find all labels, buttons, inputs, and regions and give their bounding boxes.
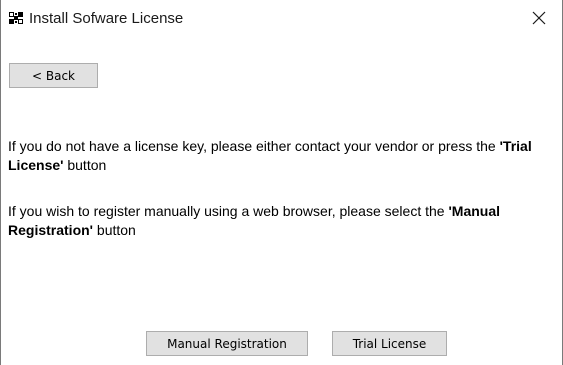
window-title: Install Sofware License — [29, 10, 184, 27]
back-button[interactable]: < Back — [9, 63, 98, 88]
manual-instructions: If you wish to register manually using a… — [8, 202, 558, 240]
close-button[interactable] — [516, 0, 562, 36]
license-app-icon — [9, 11, 23, 25]
title-bar: Install Sofware License — [1, 0, 562, 36]
install-license-dialog: Install Sofware License < Back If you do… — [0, 0, 563, 365]
trial-license-button[interactable]: Trial License — [332, 331, 447, 356]
close-icon — [532, 11, 546, 25]
trial-instructions-suffix: button — [63, 157, 107, 173]
trial-instructions-text: If you do not have a license key, please… — [8, 138, 500, 154]
manual-instructions-suffix: button — [93, 222, 136, 238]
trial-instructions: If you do not have a license key, please… — [8, 137, 558, 175]
manual-registration-button[interactable]: Manual Registration — [146, 331, 308, 356]
manual-instructions-text: If you wish to register manually using a… — [8, 203, 449, 219]
